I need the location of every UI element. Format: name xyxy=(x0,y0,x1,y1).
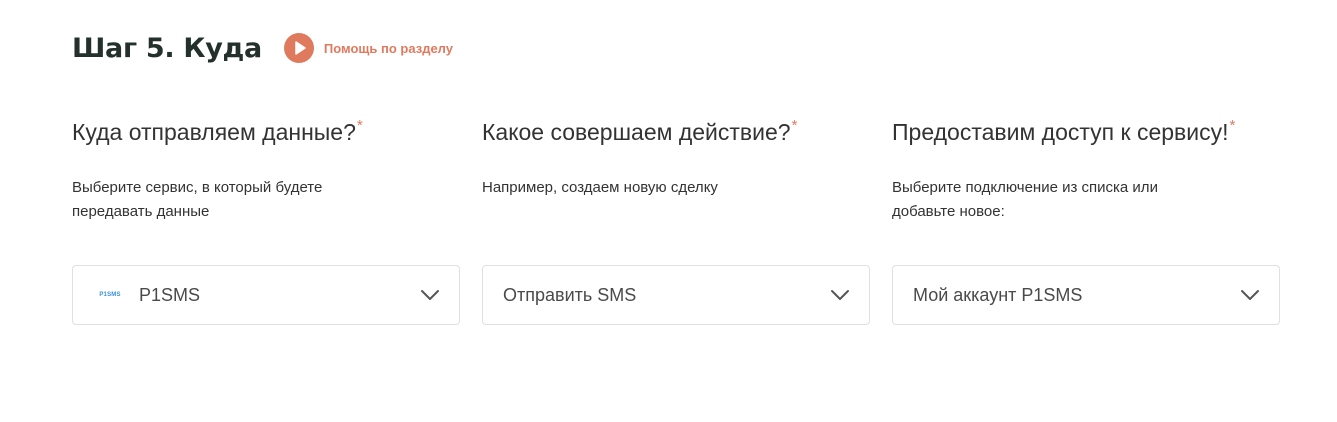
chevron-down-icon[interactable] xyxy=(829,284,851,306)
help-link-label[interactable]: Помощь по разделу xyxy=(324,41,453,56)
question-text: Какое совершаем действие? xyxy=(482,119,791,145)
step-header: Шаг 5. Куда Помощь по разделу xyxy=(72,26,453,70)
logo-text: P1SMS xyxy=(99,292,121,298)
service-select-value: P1SMS xyxy=(139,284,201,305)
play-icon[interactable] xyxy=(283,33,314,63)
required-mark: * xyxy=(791,117,798,134)
question-title: Предоставим доступ к сервису!* xyxy=(892,113,1280,151)
p1sms-logo: P1SMS xyxy=(97,289,123,301)
action-select-value: Отправить SMS xyxy=(503,284,637,305)
required-mark: * xyxy=(356,117,363,134)
help-link[interactable]: Помощь по разделу xyxy=(283,33,453,63)
chevron-down-icon[interactable] xyxy=(419,284,441,306)
step-5-page: Шаг 5. Куда Помощь по разделу Куда отпра… xyxy=(0,0,1337,422)
question-title: Какое совершаем действие?* xyxy=(482,113,870,151)
column-service: Куда отправляем данные?* Выберите сервис… xyxy=(72,113,460,325)
question-title: Куда отправляем данные?* xyxy=(72,113,460,151)
question-text: Предоставим доступ к сервису! xyxy=(892,119,1229,145)
question-hint: Например, создаем новую сделку xyxy=(482,179,718,196)
chevron-down-icon[interactable] xyxy=(1239,284,1261,306)
action-select[interactable]: Отправить SMS xyxy=(482,265,870,325)
column-access: Предоставим доступ к сервису!* Выберите … xyxy=(892,113,1280,325)
question-hint: Выберите сервис, в который будете переда… xyxy=(72,179,323,220)
required-mark: * xyxy=(1229,117,1236,134)
account-select-value: Мой аккаунт P1SMS xyxy=(913,284,1083,305)
service-select[interactable]: P1SMS P1SMS xyxy=(72,265,460,325)
question-text: Куда отправляем данные? xyxy=(72,119,356,145)
step-title: Шаг 5. Куда xyxy=(72,32,262,64)
account-select[interactable]: Мой аккаунт P1SMS xyxy=(892,265,1280,325)
question-hint: Выберите подключение из списка или добав… xyxy=(892,179,1158,220)
column-action: Какое совершаем действие?* Например, соз… xyxy=(482,113,870,325)
